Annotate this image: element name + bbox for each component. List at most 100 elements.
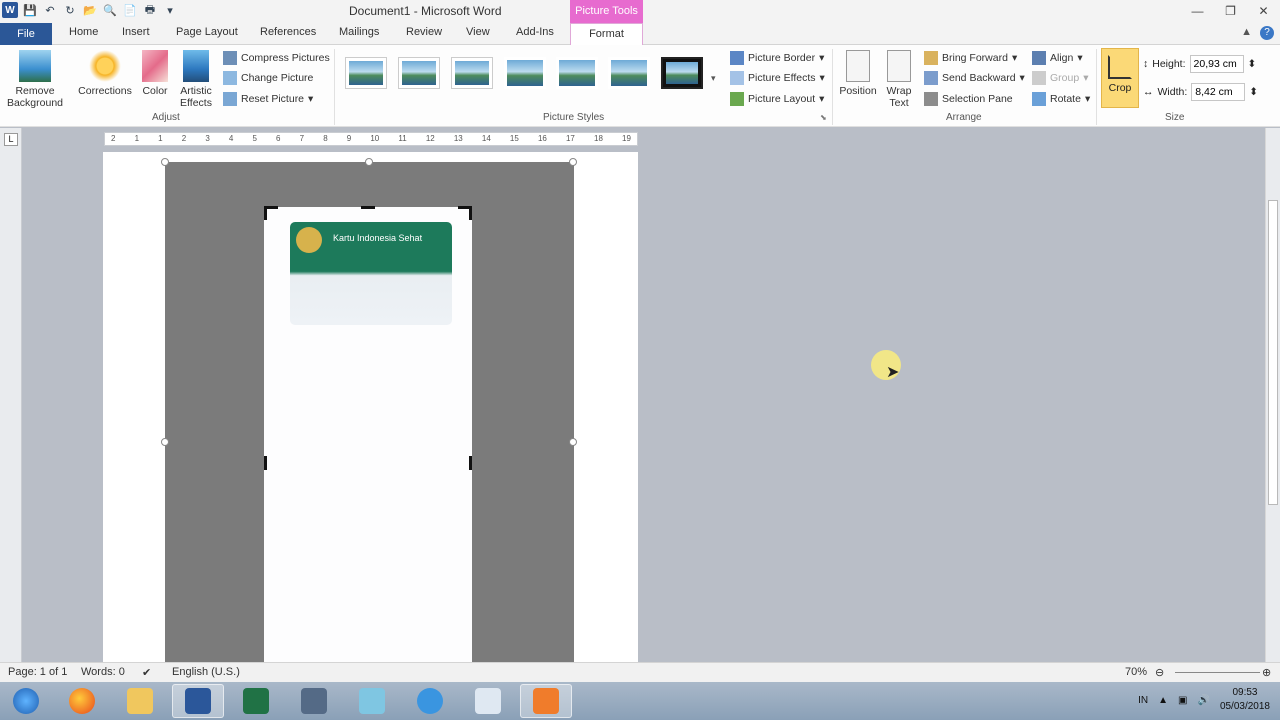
picture-style-3[interactable]: [451, 57, 493, 89]
picture-style-2[interactable]: [398, 57, 440, 89]
zoom-level[interactable]: 70%: [1125, 666, 1147, 678]
zoom-in-icon[interactable]: ⊕: [1262, 666, 1271, 679]
resize-handle[interactable]: [365, 158, 373, 166]
resize-handle[interactable]: [569, 158, 577, 166]
dropdown-arrow-icon: ▾: [819, 52, 825, 64]
taskbar-app[interactable]: [346, 684, 398, 718]
page-count[interactable]: Page: 1 of 1: [8, 666, 67, 678]
taskbar-recorder[interactable]: [520, 684, 572, 718]
compress-pictures-button[interactable]: Compress Pictures: [223, 49, 330, 67]
rotate-button[interactable]: Rotate ▾: [1032, 90, 1090, 108]
corrections-button[interactable]: Corrections: [76, 50, 134, 97]
undo-icon[interactable]: ↶: [42, 2, 58, 18]
picture-style-7[interactable]: [661, 57, 703, 89]
word-logo-icon[interactable]: W: [2, 2, 18, 18]
sync-icon: [417, 688, 443, 714]
tab-add-ins[interactable]: Add-Ins: [516, 26, 554, 38]
customize-arrow-icon[interactable]: ▾: [162, 2, 178, 18]
change-picture-button[interactable]: Change Picture: [223, 69, 313, 87]
tab-references[interactable]: References: [260, 26, 316, 38]
height-input[interactable]: [1189, 55, 1244, 73]
picture-layout-button[interactable]: Picture Layout ▾: [730, 90, 824, 108]
vertical-scrollbar[interactable]: [1265, 128, 1280, 662]
picture-effects-button[interactable]: Picture Effects ▾: [730, 69, 825, 87]
crop-handle[interactable]: [469, 206, 472, 220]
gallery-more-icon[interactable]: ▾: [711, 73, 716, 84]
crop-handle[interactable]: [264, 206, 267, 220]
resize-handle[interactable]: [161, 438, 169, 446]
crop-handle[interactable]: [361, 206, 375, 209]
restore-icon[interactable]: ❐: [1214, 0, 1247, 22]
tab-file[interactable]: File: [0, 23, 52, 45]
color-button[interactable]: Color: [138, 50, 172, 97]
close-icon[interactable]: ✕: [1247, 0, 1280, 22]
network-icon[interactable]: ▣: [1178, 695, 1187, 706]
picture-style-1[interactable]: [345, 57, 387, 89]
taskbar-app[interactable]: [404, 684, 456, 718]
save-icon[interactable]: 💾: [22, 2, 38, 18]
help-icon[interactable]: ?: [1260, 26, 1274, 40]
tab-insert[interactable]: Insert: [122, 26, 150, 38]
scrollbar-thumb[interactable]: [1268, 200, 1278, 505]
tab-selector-icon[interactable]: L: [4, 133, 18, 146]
align-button[interactable]: Align ▾: [1032, 49, 1083, 67]
height-spinner-icon[interactable]: ⬍: [1248, 58, 1257, 70]
taskbar-app[interactable]: [462, 684, 514, 718]
send-backward-button[interactable]: Send Backward ▾: [924, 69, 1025, 87]
tab-format[interactable]: Format: [570, 23, 643, 46]
tray-expand-icon[interactable]: ▲: [1158, 695, 1168, 706]
zoom-out-icon[interactable]: ⊖: [1155, 666, 1164, 679]
resize-handle[interactable]: [161, 158, 169, 166]
rotate-label: Rotate: [1050, 93, 1081, 105]
input-language[interactable]: IN: [1138, 695, 1148, 706]
zoom-slider[interactable]: [1175, 672, 1260, 673]
resize-handle[interactable]: [569, 438, 577, 446]
new-document-icon[interactable]: 📄: [122, 2, 138, 18]
position-button[interactable]: Position: [838, 50, 878, 97]
ruler-tick: 7: [299, 134, 305, 143]
dropdown-arrow-icon: ▾: [819, 72, 825, 84]
language-indicator[interactable]: English (U.S.): [172, 666, 240, 678]
clock[interactable]: 09:53 05/03/2018: [1220, 686, 1270, 714]
volume-icon[interactable]: 🔊: [1197, 695, 1209, 706]
collapse-ribbon-icon[interactable]: ▲: [1241, 26, 1252, 40]
dialog-launcher-icon[interactable]: ⬊: [820, 113, 827, 122]
picture-style-5[interactable]: [556, 57, 598, 89]
tab-review[interactable]: Review: [406, 26, 442, 38]
start-button[interactable]: [0, 684, 52, 718]
picture-border-button[interactable]: Picture Border ▾: [730, 49, 824, 67]
clock-date: 05/03/2018: [1219, 701, 1270, 712]
crop-handle[interactable]: [264, 456, 267, 470]
taskbar-explorer[interactable]: [114, 684, 166, 718]
tab-mailings[interactable]: Mailings: [339, 26, 379, 38]
width-input[interactable]: [1191, 83, 1246, 101]
width-spinner-icon[interactable]: ⬍: [1249, 86, 1258, 98]
crop-handle[interactable]: [469, 456, 472, 470]
minimize-icon[interactable]: —: [1181, 0, 1214, 22]
print-preview-icon[interactable]: 🔍: [102, 2, 118, 18]
tab-home[interactable]: Home: [69, 26, 98, 38]
taskbar-excel[interactable]: [230, 684, 282, 718]
word-count[interactable]: Words: 0: [81, 666, 125, 678]
taskbar-app[interactable]: [288, 684, 340, 718]
ruler-tick: 11: [398, 134, 407, 143]
taskbar-firefox[interactable]: [56, 684, 108, 718]
tab-view[interactable]: View: [466, 26, 490, 38]
redo-icon[interactable]: ↻: [62, 2, 78, 18]
bring-forward-button[interactable]: Bring Forward ▾: [924, 49, 1017, 67]
remove-background-button[interactable]: Remove Background: [4, 50, 66, 109]
proofing-icon[interactable]: ✔: [142, 666, 151, 679]
wrap-text-button[interactable]: Wrap Text: [882, 50, 916, 109]
artistic-effects-button[interactable]: Artistic Effects: [174, 50, 218, 109]
picture-style-6[interactable]: [608, 57, 650, 89]
open-folder-icon[interactable]: 📂: [82, 2, 98, 18]
picture-style-4[interactable]: [504, 57, 546, 89]
group-button[interactable]: Group ▾: [1032, 69, 1088, 87]
taskbar-word[interactable]: [172, 684, 224, 718]
selection-pane-button[interactable]: Selection Pane: [924, 90, 1013, 108]
crop-button[interactable]: Crop: [1101, 48, 1139, 108]
quick-print-icon[interactable]: 🖶: [142, 2, 158, 18]
reset-picture-button[interactable]: Reset Picture ▾: [223, 90, 313, 108]
vertical-ruler: [0, 128, 22, 662]
tab-page-layout[interactable]: Page Layout: [176, 26, 238, 38]
